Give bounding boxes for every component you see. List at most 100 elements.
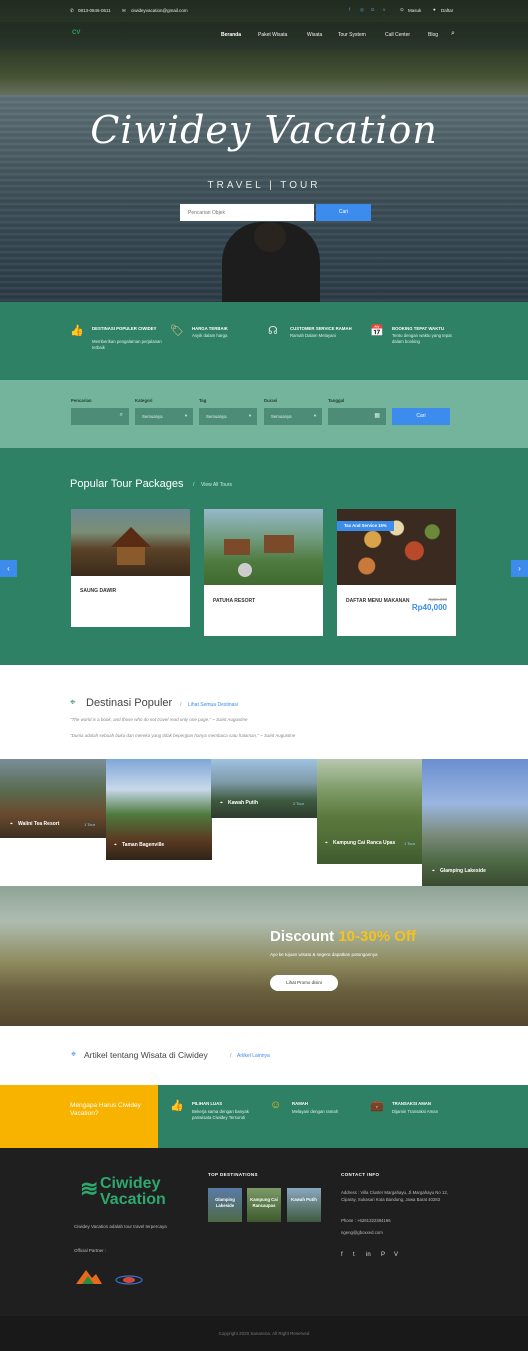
linkedin-icon[interactable]: in	[366, 1252, 371, 1258]
login-icon: ⊙	[400, 7, 404, 12]
contact-email: ngeng@gboxxed.com	[341, 1230, 383, 1235]
user-icon: ●	[433, 7, 436, 12]
instagram-icon[interactable]: ◎	[360, 7, 364, 13]
destination-card[interactable]: ⌖ Walini Tea Resort 1 Tour	[0, 759, 106, 838]
partner-logo-wonderful[interactable]	[115, 1274, 143, 1286]
vimeo-icon[interactable]: V	[394, 1252, 398, 1258]
google-plus-icon[interactable]: G	[371, 7, 375, 12]
nav-item-call-center[interactable]: Call Center	[385, 32, 410, 38]
why-title-block: Mengapa Harus Ciwidey Vacation?	[0, 1085, 158, 1148]
destination-count: 1 Tour	[404, 841, 416, 846]
top-destination-thumb[interactable]: Kawah Putih	[287, 1188, 321, 1222]
top-destination-name: Kampung Cai Rancaupas	[250, 1197, 278, 1208]
top-destinations-title: TOP DESTINATIONS	[208, 1172, 258, 1177]
hero-search-button[interactable]: Cari	[316, 204, 371, 221]
carousel-next-button[interactable]: ›	[511, 560, 528, 577]
filter-tag-select[interactable]: Semuanya ▾	[199, 408, 257, 425]
discount-highlight: 10-30% Off	[338, 928, 416, 945]
location-pin-icon: ⌖	[432, 868, 435, 874]
filter-durasi-select[interactable]: Semuanya ▾	[264, 408, 322, 425]
tour-card[interactable]: SAUNG DAWIR	[71, 509, 190, 627]
price-tag-icon: 🏷	[170, 325, 184, 337]
tour-card-name: SAUNG DAWIR	[80, 588, 117, 594]
destination-card[interactable]: ⌖ Kampung Cai Ranca Upas 1 Tour	[317, 759, 423, 864]
destination-count: 1 Tour	[84, 822, 96, 827]
discount-promo-button[interactable]: Lihat Promo disini	[270, 975, 338, 991]
topbar-phone: 0813-0846-0611	[78, 8, 111, 13]
login-link[interactable]: Masuk	[408, 8, 421, 13]
contact-info-title: CONTACT INFO	[341, 1172, 380, 1177]
discount-subtitle: Ayo ke tujuan wisata & segera dapatkan p…	[270, 952, 378, 957]
divider-slash: /	[180, 702, 182, 708]
pinterest-icon[interactable]: P	[381, 1252, 385, 1258]
twitter-icon[interactable]: t	[353, 1252, 355, 1258]
filter-value: Semuanya	[271, 414, 292, 419]
tour-card[interactable]: Tax And Service 15% DAFTAR MENU MAKANAN …	[337, 509, 456, 636]
top-destination-name: Kawah Putih	[291, 1197, 317, 1202]
chevron-down-icon: ▾	[313, 413, 316, 418]
contact-address: Address : Villa Cluster Margahayu, Jl.Ma…	[341, 1190, 448, 1202]
feature-title: DESTINASI POPULER CIWIDEY	[92, 326, 157, 331]
destination-card[interactable]: ⌖ Kawah Putih 2 Tour	[211, 759, 317, 818]
divider-slash: /	[193, 482, 195, 488]
footer-logo[interactable]: Ciwidey Vacation ≋	[80, 1176, 166, 1208]
view-all-destinations-link[interactable]: Lihat Semua Destinasi	[188, 702, 238, 708]
why-item-desc: Bekerja sama dengan banyak pariwisata Ci…	[192, 1109, 249, 1120]
filter-search-button[interactable]: Cari	[392, 408, 450, 425]
vine-icon[interactable]: v	[383, 7, 385, 12]
nav-item-beranda[interactable]: Beranda	[221, 32, 241, 38]
tour-card[interactable]: PATUHA RESORT	[204, 509, 323, 636]
filter-kategori-select[interactable]: Semuanya ▾	[135, 408, 193, 425]
feature-desc: Tentu dengan waktu yang tepat dalam book…	[392, 333, 452, 344]
nav-item-blog[interactable]: Blog	[428, 32, 438, 38]
topbar-email: ciwideyvacation@gmail.com	[131, 8, 188, 13]
carousel-prev-button[interactable]: ‹	[0, 560, 17, 577]
footer-description: Ciwidey Vacation adalah tour travel terp…	[74, 1224, 167, 1229]
feature-title: HARGA TERBAIK	[192, 326, 228, 331]
hero-search-input[interactable]	[180, 204, 314, 221]
support-icon: ☊	[268, 325, 278, 337]
why-item-desc: Melayani dengan ramah	[292, 1109, 339, 1114]
top-destination-thumb[interactable]: Glamping Lakeside	[208, 1188, 242, 1222]
destinations-title: Destinasi Populer	[86, 697, 173, 709]
filter-date-input[interactable]: ▦	[328, 408, 386, 425]
facebook-icon[interactable]: f	[349, 7, 350, 12]
register-link[interactable]: Daftar	[441, 8, 453, 13]
destination-name: Taman Bagenville	[122, 842, 165, 848]
main-nav: CV Beranda Paket Wisata Wisata Tour Syst…	[0, 22, 528, 50]
nav-item-tour-system[interactable]: Tour System	[338, 32, 366, 38]
tour-card-image	[71, 509, 190, 576]
features-bar: 👍 DESTINASI POPULER CIWIDEY Memberikan p…	[0, 302, 528, 380]
thumbs-up-icon: 👍	[70, 325, 84, 337]
contact-phone: Phone : +6281322384196	[341, 1218, 391, 1223]
more-articles-link[interactable]: Artikel Lainnya	[237, 1053, 270, 1059]
copyright: Copyright 2020 Sanarena. All Right Reser…	[0, 1316, 528, 1351]
view-all-tours-link[interactable]: View All Tours	[201, 482, 232, 488]
nav-logo[interactable]: CV	[72, 30, 102, 40]
filter-label-tanggal: Tanggal	[328, 398, 345, 403]
why-item-title: PILIHAN LUAS	[192, 1101, 223, 1106]
destination-card[interactable]: ⌖ Taman Bagenville	[106, 759, 212, 860]
location-pin-icon: ⌖	[220, 800, 223, 806]
nav-item-wisata[interactable]: Wisata	[307, 32, 322, 38]
filter-search-input[interactable]: ⌕	[71, 408, 129, 425]
destination-name: Kawah Putih	[228, 800, 259, 806]
logo-mark-icon: ≋	[80, 1176, 99, 1201]
tour-filter: Pencarian ⌕ Kategori Semuanya ▾ Tag Semua…	[0, 380, 528, 448]
nav-item-paket-wisata[interactable]: Paket Wisata	[258, 32, 287, 38]
partner-logo-mountain[interactable]	[74, 1266, 104, 1288]
smile-icon: ☺	[270, 1099, 282, 1111]
top-destination-thumb[interactable]: Kampung Cai Rancaupas	[247, 1188, 281, 1222]
feature-desc: Asyik dalam harga	[192, 333, 228, 338]
feature-desc: Memberikan pengalaman perjalanan terbaik	[92, 339, 162, 350]
destination-card[interactable]: ⌖ Glamping Lakeside	[422, 759, 528, 886]
hero-title: Ciwidey Vacation	[90, 108, 438, 152]
tour-card-price: Rp40,000	[411, 603, 447, 612]
location-pin-icon: ⌖	[325, 840, 328, 846]
search-icon[interactable]: ⌕	[451, 30, 455, 38]
facebook-icon[interactable]: f	[341, 1252, 343, 1258]
topbar: ✆ 0813-0846-0611 ✉ ciwideyvacation@gmail…	[0, 0, 528, 22]
tour-card-image	[204, 509, 323, 585]
why-title: Mengapa Harus Ciwidey Vacation?	[70, 1102, 141, 1117]
hero-subtitle: TRAVEL | TOUR	[207, 180, 321, 191]
